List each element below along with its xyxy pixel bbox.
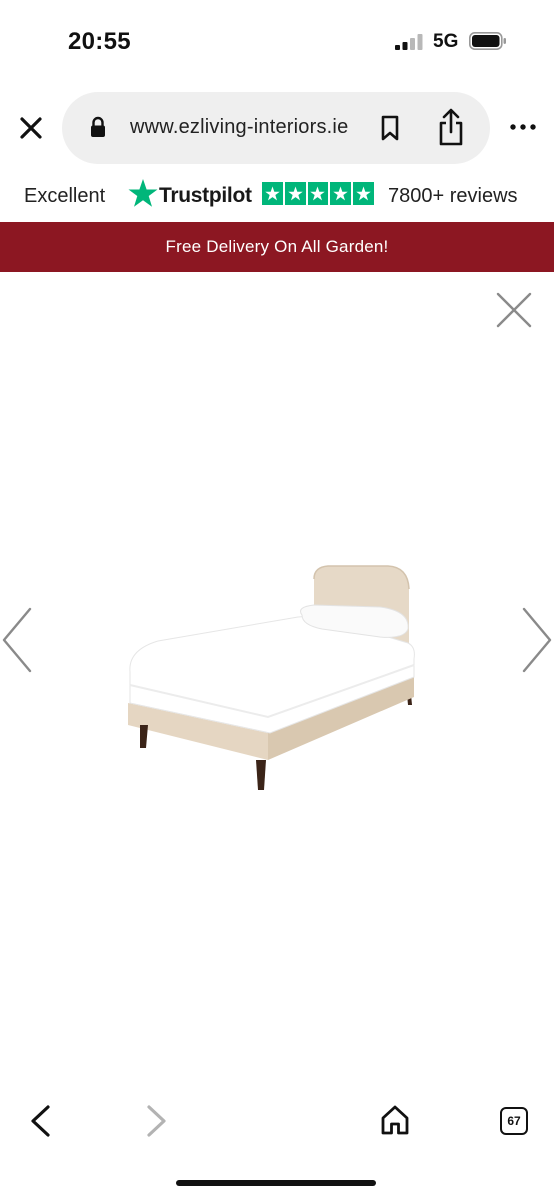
chevron-right-icon[interactable] — [520, 605, 554, 675]
home-icon[interactable] — [380, 1104, 410, 1136]
battery-icon — [469, 32, 506, 50]
review-count[interactable]: 7800+ reviews — [388, 185, 518, 208]
bookmark-icon[interactable] — [380, 115, 400, 141]
tabs-button[interactable]: 67 — [500, 1107, 528, 1135]
star-icon — [330, 182, 352, 205]
star-icon — [307, 182, 329, 205]
chevron-left-icon[interactable] — [0, 605, 34, 675]
home-indicator — [176, 1180, 376, 1186]
share-icon[interactable] — [437, 108, 465, 146]
lock-icon — [91, 116, 105, 137]
tabs-count: 67 — [507, 1114, 521, 1128]
trustpilot-star-icon — [128, 179, 158, 207]
network-type: 5G — [433, 31, 459, 52]
rating-stars — [262, 182, 374, 205]
signal-icon — [395, 34, 423, 50]
trustpilot-brand: Trustpilot — [159, 184, 252, 207]
forward-icon[interactable] — [145, 1104, 169, 1138]
status-bar: 20:55 5G — [0, 0, 554, 80]
url-text[interactable]: www.ezliving-interiors.ie — [130, 116, 348, 139]
rating-label: Excellent — [24, 185, 106, 207]
star-icon — [284, 182, 306, 205]
trustpilot-rating[interactable]: Excellent Trustpilot 7800+ reviews — [0, 178, 554, 216]
more-icon[interactable] — [510, 122, 536, 132]
product-image[interactable] — [118, 555, 418, 795]
star-icon — [262, 182, 283, 205]
star-icon — [353, 182, 374, 205]
promo-text: Free Delivery On All Garden! — [165, 237, 389, 256]
close-icon[interactable] — [496, 292, 532, 328]
promo-banner[interactable]: Free Delivery On All Garden! — [0, 222, 554, 272]
back-icon[interactable] — [28, 1104, 52, 1138]
close-icon[interactable] — [18, 115, 44, 141]
status-time: 20:55 — [68, 28, 131, 55]
